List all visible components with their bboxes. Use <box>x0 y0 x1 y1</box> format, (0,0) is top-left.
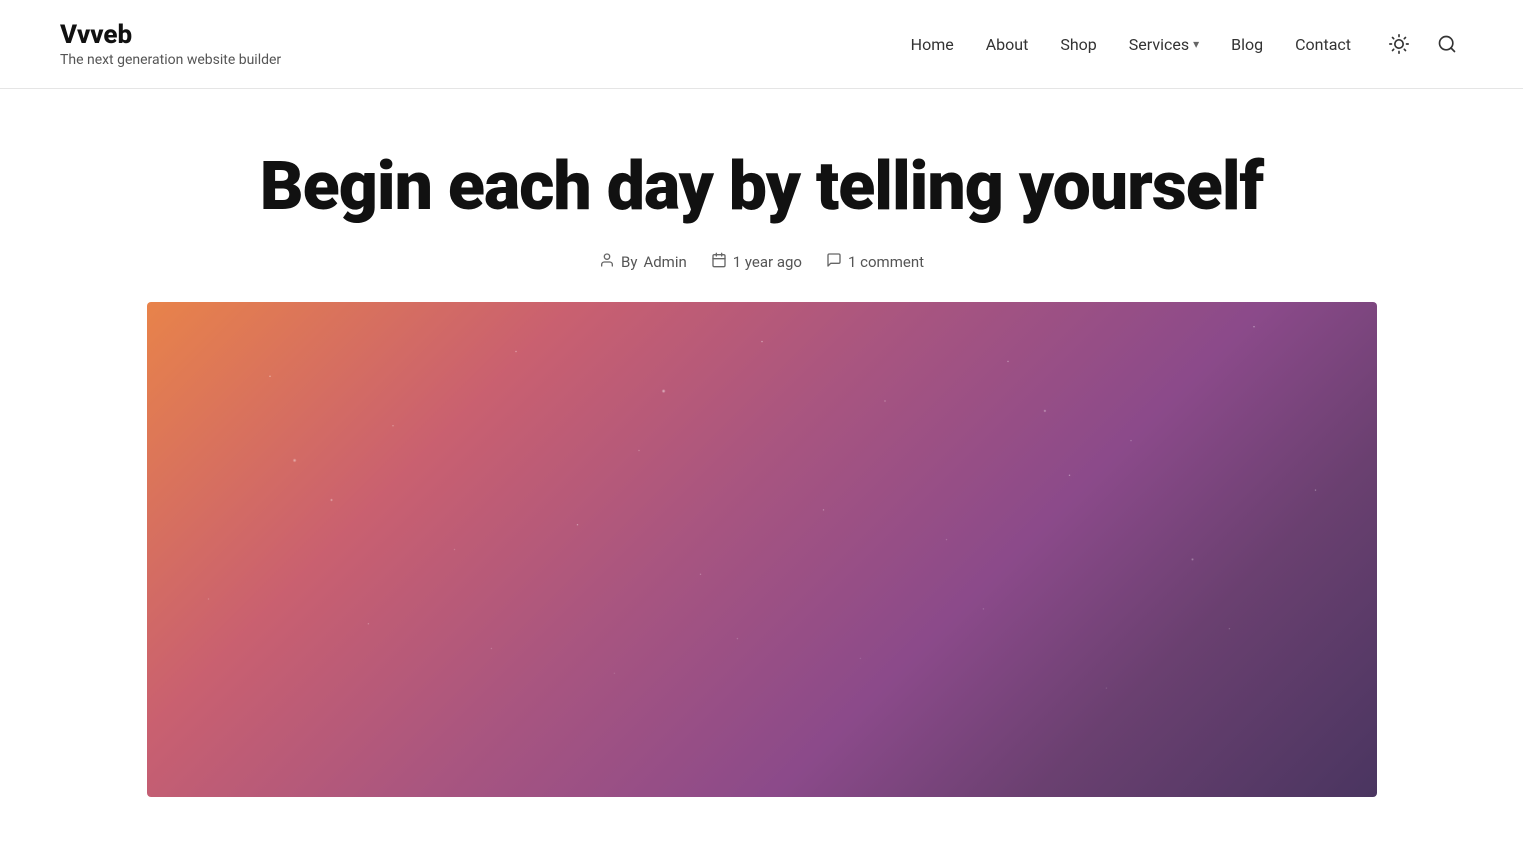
nav-item-shop[interactable]: Shop <box>1060 35 1096 54</box>
site-branding: Vvveb The next generation website builde… <box>60 20 281 68</box>
post-author-meta: By Admin <box>599 252 687 272</box>
post-comments[interactable]: 1 comment <box>848 253 924 271</box>
post-comments-meta: 1 comment <box>826 252 924 272</box>
search-button[interactable] <box>1431 28 1463 60</box>
featured-image <box>147 302 1377 797</box>
sun-icon <box>1389 34 1409 54</box>
site-header: Vvveb The next generation website builde… <box>0 0 1523 89</box>
calendar-icon <box>711 252 727 272</box>
post-title: Begin each day by telling yourself <box>20 149 1503 224</box>
post-date: 1 year ago <box>733 253 802 271</box>
main-content: Begin each day by telling yourself By Ad… <box>0 89 1523 797</box>
stars-overlay <box>147 302 1377 797</box>
site-tagline: The next generation website builder <box>60 52 281 68</box>
post-date-meta: 1 year ago <box>711 252 802 272</box>
nav-item-contact[interactable]: Contact <box>1295 35 1351 54</box>
nav-item-about[interactable]: About <box>986 35 1029 54</box>
comment-icon <box>826 252 842 272</box>
post-by-label: By <box>621 253 637 271</box>
nav-item-blog[interactable]: Blog <box>1231 35 1263 54</box>
theme-toggle-button[interactable] <box>1383 28 1415 60</box>
post-meta: By Admin 1 year ago <box>20 252 1503 272</box>
post-header: Begin each day by telling yourself By Ad… <box>20 149 1503 272</box>
nav-icons <box>1383 28 1463 60</box>
post-author[interactable]: Admin <box>643 253 686 271</box>
nav-item-home[interactable]: Home <box>911 35 954 54</box>
nav-services-label: Services <box>1129 35 1189 54</box>
site-title[interactable]: Vvveb <box>60 20 281 50</box>
nav-item-services[interactable]: Services ▾ <box>1129 35 1199 54</box>
main-nav: Home About Shop Services ▾ Blog Contact <box>911 28 1463 60</box>
search-icon <box>1437 34 1457 54</box>
user-icon <box>599 252 615 272</box>
featured-image-gradient <box>147 302 1377 797</box>
chevron-down-icon: ▾ <box>1193 37 1199 51</box>
